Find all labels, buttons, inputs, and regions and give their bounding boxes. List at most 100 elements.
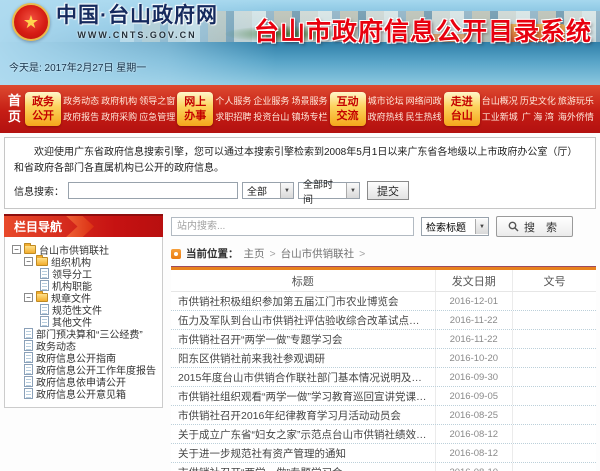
main-content: 检索标题 ▼ 搜 索 当前位置： 主页 > 台山市供销联社 > 标题	[171, 214, 596, 471]
nav-link[interactable]: 个人服务	[215, 97, 251, 106]
table-row: 市供销社召开2016年纪律教育学习月活动动员会 2016-08-25	[171, 406, 596, 425]
chevron-down-icon[interactable]: ▼	[280, 183, 293, 198]
doc-date: 2016-09-30	[436, 372, 513, 383]
site-search-input[interactable]	[171, 217, 414, 236]
welcome-box: 欢迎使用广东省政府信息搜索引擎，您可以通过本搜索引擎检索到2008年5月1日以来…	[4, 137, 596, 209]
sidebar-item-yijianxiang[interactable]: 政府信息公开意见箱	[7, 387, 160, 399]
nav-link[interactable]: 广 海 湾	[520, 113, 556, 122]
chevron-right-icon	[64, 214, 94, 237]
column-header-date: 发文日期	[436, 273, 513, 289]
nav-tab-wangshang-banshi[interactable]: 网上 办事	[177, 92, 213, 127]
tree-label: 领导分工	[52, 267, 92, 279]
nav-link[interactable]: 应急管理	[139, 113, 175, 122]
table-row: 关于进一步规范社有资产管理的通知 2016-08-12	[171, 444, 596, 463]
nav-link[interactable]: 政府报告	[63, 113, 99, 122]
search-scope-select[interactable]: 全部 ▼	[242, 182, 294, 199]
sidebar-item-niandubaogao[interactable]: 政府信息公开工作年度报告	[7, 363, 160, 375]
collapse-icon[interactable]	[24, 293, 33, 302]
sidebar-item-gongxiaolianshe[interactable]: 台山市供销联社	[7, 243, 160, 255]
breadcrumb-section-link[interactable]: 台山市供销联社	[281, 246, 355, 261]
tree-label: 规范性文件	[52, 303, 102, 315]
document-icon	[24, 376, 33, 387]
doc-title-link[interactable]: 关于成立广东省“妇女之家”示范点台山市供销社绩效评价工作小组的通知	[171, 427, 435, 442]
info-search-input[interactable]	[68, 182, 238, 199]
divider	[512, 330, 513, 348]
table-row: 市供销社积极组织参加第五届江门市农业博览会 2016-12-01	[171, 292, 596, 311]
folder-icon	[24, 245, 36, 254]
sidebar-item-zhengwudongtai[interactable]: 政务动态	[7, 339, 160, 351]
nav-tab-hudong-jiaoliu[interactable]: 互动 交流	[330, 92, 366, 127]
breadcrumb-home-link[interactable]: 主页	[244, 246, 265, 261]
nav-link[interactable]: 城市论坛	[368, 97, 404, 106]
chevron-down-icon[interactable]: ▼	[346, 183, 359, 198]
divider	[512, 368, 513, 386]
doc-date: 2016-08-12	[436, 429, 513, 440]
nav-tab-zoujin-taishan[interactable]: 走进 台山	[444, 92, 480, 127]
sidebar-item-gongkaizhinan[interactable]: 政府信息公开指南	[7, 351, 160, 363]
nav-home[interactable]: 首 页	[6, 93, 23, 126]
table-row: 关于成立广东省“妇女之家”示范点台山市供销社绩效评价工作小组的通知 2016-0…	[171, 425, 596, 444]
nav-tab-line: 公开	[32, 109, 54, 123]
document-icon	[40, 280, 49, 291]
doc-title-link[interactable]: 2015年度台山市供销合作联社部门基本情况说明及决算公开	[171, 370, 435, 385]
doc-title-link[interactable]: 关于进一步规范社有资产管理的通知	[171, 446, 435, 461]
sidebar-item-jigouzhineng[interactable]: 机构职能	[7, 279, 160, 291]
site-logo[interactable]: ★ 中国·台山政府网 WWW.CNTS.GOV.CN	[12, 3, 218, 41]
nav-tab-zhengwu-gongkai[interactable]: 政务 公开	[25, 92, 61, 127]
doc-title-link[interactable]: 市供销社召开2016年纪律教育学习月活动动员会	[171, 408, 435, 423]
nav-link[interactable]: 领导之窗	[139, 97, 175, 106]
sidebar-item-guizhangwenjian[interactable]: 规章文件	[7, 291, 160, 303]
nav-link[interactable]: 场景服务	[291, 97, 327, 106]
tree-label: 政府信息公开意见箱	[36, 387, 126, 399]
nav-col: 政务动态 政府报告	[63, 97, 99, 122]
nav-link[interactable]: 投资台山	[253, 113, 289, 122]
collapse-icon[interactable]	[24, 257, 33, 266]
collapse-icon[interactable]	[12, 245, 21, 254]
divider	[512, 463, 513, 471]
logo-title: 中国·台山政府网	[56, 3, 218, 28]
sidebar-item-yishenqinggongkai[interactable]: 政府信息依申请公开	[7, 375, 160, 387]
nav-link[interactable]: 工业新城	[482, 113, 518, 122]
sidebar-item-yujuesuan[interactable]: 部门预决算和“三公经费”	[7, 327, 160, 339]
nav-link[interactable]: 求职招聘	[215, 113, 251, 122]
doc-title-link[interactable]: 阳东区供销社前来我社参观调研	[171, 351, 435, 366]
nav-link[interactable]: 政府采购	[101, 113, 137, 122]
doc-title-link[interactable]: 市供销社积极组织参加第五届江门市农业博览会	[171, 294, 435, 309]
sidebar-item-qitawenjian[interactable]: 其他文件	[7, 315, 160, 327]
nav-link[interactable]: 企业服务	[253, 97, 289, 106]
nav-link[interactable]: 旅游玩乐	[558, 97, 594, 106]
doc-date: 2016-11-22	[436, 315, 513, 326]
search-time-select[interactable]: 全部时间 ▼	[298, 182, 360, 199]
sidebar-item-lingdaofengong[interactable]: 领导分工	[7, 267, 160, 279]
nav-link[interactable]: 历史文化	[520, 97, 556, 106]
sidebar-item-zuzhijigou[interactable]: 组织机构	[7, 255, 160, 267]
nav-link[interactable]: 海外侨情	[558, 113, 594, 122]
search-field-select[interactable]: 检索标题 ▼	[421, 217, 489, 236]
nav-link[interactable]: 政务动态	[63, 97, 99, 106]
search-button[interactable]: 搜 索	[496, 216, 573, 237]
submit-button[interactable]: 提交	[367, 181, 409, 200]
nav-link[interactable]: 镇场专栏	[291, 113, 327, 122]
search-icon	[508, 221, 519, 232]
national-emblem-icon: ★	[12, 3, 50, 41]
tree-label: 机构职能	[52, 279, 92, 291]
chevron-down-icon[interactable]: ▼	[475, 219, 488, 234]
doc-title-link[interactable]: 伍力及军队到台山市供销社评估验收综合改革试点工作	[171, 313, 435, 328]
nav-col: 领导之窗 应急管理	[139, 97, 175, 122]
nav-link[interactable]: 民生热线	[406, 113, 442, 122]
nav-home-line2: 页	[8, 109, 21, 125]
main-nav: 首 页 政务 公开 政务动态 政府报告 政府机构 政府采购 领导之窗 应急管理 …	[0, 85, 600, 133]
select-value: 全部时间	[303, 176, 342, 206]
doc-title-link[interactable]: 市供销社组织观看“两学一做”学习教育巡回宣讲党课课件	[171, 389, 435, 404]
nav-link[interactable]: 政府热线	[368, 113, 404, 122]
nav-link[interactable]: 政府机构	[101, 97, 137, 106]
tree-label: 部门预决算和“三公经费”	[36, 327, 143, 339]
sidebar-item-guifanxingwenjian[interactable]: 规范性文件	[7, 303, 160, 315]
doc-title-link[interactable]: 市供销社召开“两学一做”专题学习会	[171, 465, 435, 471]
search-button-label: 搜 索	[524, 219, 561, 235]
doc-title-link[interactable]: 市供销社召开“两学一做”专题学习会	[171, 332, 435, 347]
nav-link[interactable]: 网络问政	[406, 97, 442, 106]
breadcrumb-separator: >	[359, 248, 365, 260]
nav-link[interactable]: 台山概况	[482, 97, 518, 106]
tree-label: 政务动态	[36, 339, 76, 351]
